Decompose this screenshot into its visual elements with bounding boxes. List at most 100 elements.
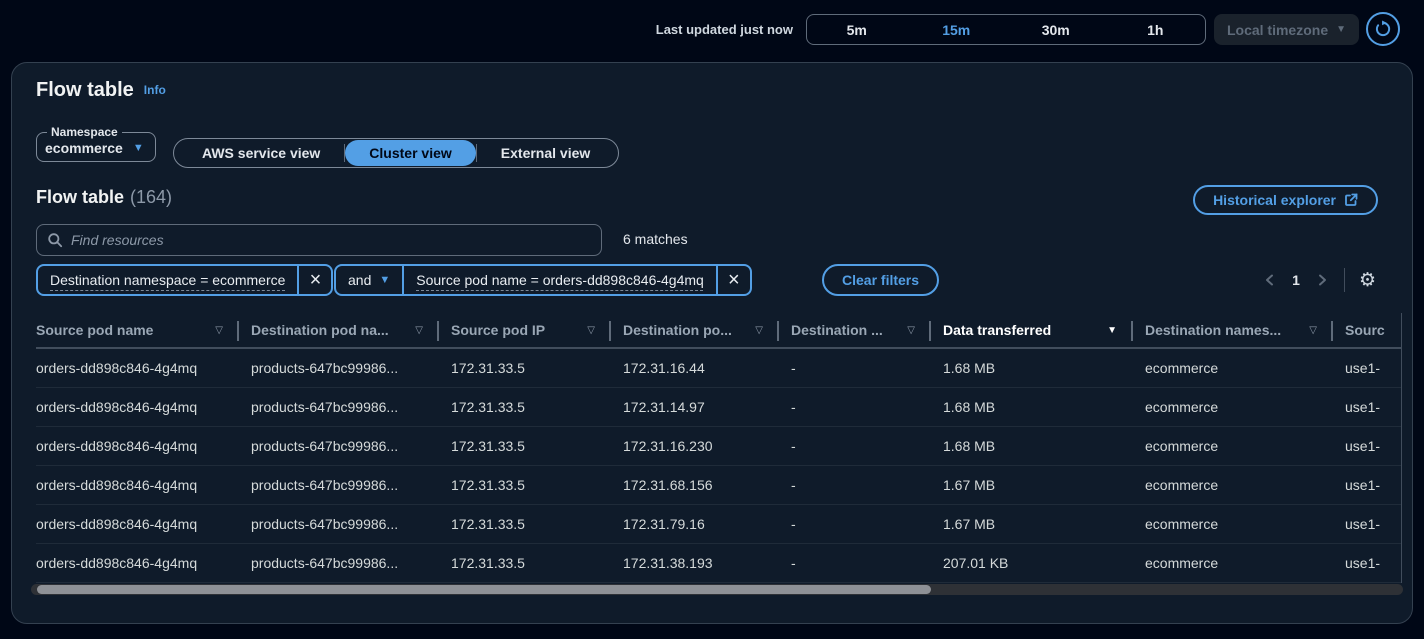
time-range-30m[interactable]: 30m — [1006, 15, 1106, 44]
table-cell: products-647bc99986... — [251, 544, 451, 582]
clear-filters-label: Clear filters — [842, 272, 919, 288]
table-cell: 207.01 KB — [943, 544, 1145, 582]
column-header-destination-namespace[interactable]: Destination names... ▽ — [1145, 313, 1345, 347]
table-cell: use1- — [1345, 544, 1402, 582]
sort-caret-icon[interactable]: ▽ — [907, 325, 915, 336]
table-cell: ecommerce — [1145, 466, 1345, 504]
page-title: Flow tableInfo — [36, 79, 166, 102]
namespace-select[interactable]: Namespace ecommerce ▼ — [36, 125, 156, 162]
previous-page-button[interactable] — [1262, 272, 1278, 288]
column-header-label: Data transferred — [943, 322, 1051, 338]
table-cell: orders-dd898c846-4g4mq — [36, 427, 251, 465]
historical-explorer-label: Historical explorer — [1213, 192, 1336, 208]
close-icon[interactable]: × — [718, 266, 750, 294]
table-row[interactable]: orders-dd898c846-4g4mqproducts-647bc9998… — [36, 349, 1401, 388]
info-link[interactable]: Info — [144, 83, 166, 97]
table-cell: 172.31.38.193 — [623, 544, 791, 582]
table-cell: orders-dd898c846-4g4mq — [36, 505, 251, 543]
search-input[interactable] — [71, 232, 591, 248]
filter-operator-value: and — [348, 272, 371, 288]
table-cell: - — [791, 349, 943, 387]
view-segmented-control: AWS service view Cluster view External v… — [173, 138, 619, 168]
timezone-label: Local timezone — [1227, 22, 1328, 38]
filter-token-label[interactable]: Source pod name = orders-dd898c846-4g4mq — [404, 272, 716, 288]
table-row[interactable]: orders-dd898c846-4g4mqproducts-647bc9998… — [36, 427, 1401, 466]
table-cell: 172.31.79.16 — [623, 505, 791, 543]
table-cell: 1.67 MB — [943, 466, 1145, 504]
time-range-1h[interactable]: 1h — [1106, 15, 1206, 44]
table-cell: - — [791, 544, 943, 582]
column-header-label: Source pod name — [36, 322, 153, 338]
namespace-value: ecommerce — [45, 140, 123, 156]
column-header-destination-pod-name[interactable]: Destination pod na... ▽ — [251, 313, 451, 347]
table-cell: 172.31.33.5 — [451, 466, 623, 504]
column-header-source-truncated[interactable]: Sourc — [1345, 313, 1402, 347]
column-header-label: Destination names... — [1145, 322, 1281, 338]
matches-count: 6 matches — [623, 231, 688, 247]
table-cell: use1- — [1345, 505, 1402, 543]
column-header-label: Destination po... — [623, 322, 732, 338]
filter-token-source-pod-name: and ▼ Source pod name = orders-dd898c846… — [334, 264, 752, 296]
timezone-dropdown[interactable]: Local timezone ▼ — [1214, 14, 1359, 45]
table-row[interactable]: orders-dd898c846-4g4mqproducts-647bc9998… — [36, 466, 1401, 505]
table-cell: - — [791, 388, 943, 426]
page-number[interactable]: 1 — [1292, 272, 1300, 288]
column-header-destination[interactable]: Destination ... ▽ — [791, 313, 943, 347]
close-icon[interactable]: × — [299, 266, 331, 294]
clear-filters-button[interactable]: Clear filters — [822, 264, 939, 296]
table-cell: orders-dd898c846-4g4mq — [36, 544, 251, 582]
horizontal-scrollbar-thumb[interactable] — [37, 585, 931, 594]
table-cell: 172.31.33.5 — [451, 388, 623, 426]
historical-explorer-button[interactable]: Historical explorer — [1193, 185, 1378, 215]
search-row: 6 matches — [36, 224, 1390, 256]
sort-caret-icon[interactable]: ▽ — [1309, 325, 1317, 336]
table-row[interactable]: orders-dd898c846-4g4mqproducts-647bc9998… — [36, 388, 1401, 427]
column-header-destination-pod-ip[interactable]: Destination po... ▽ — [623, 313, 791, 347]
table-cell: 172.31.16.44 — [623, 349, 791, 387]
refresh-button[interactable] — [1366, 12, 1400, 46]
tab-external-view[interactable]: External view — [477, 140, 615, 166]
table-cell: 172.31.33.5 — [451, 544, 623, 582]
table-cell: - — [791, 466, 943, 504]
column-header-source-pod-name[interactable]: Source pod name ▽ — [36, 313, 251, 347]
column-header-data-transferred[interactable]: Data transferred ▼ — [943, 313, 1145, 347]
table-cell: use1- — [1345, 427, 1402, 465]
horizontal-scrollbar-track[interactable] — [31, 584, 1403, 595]
top-bar: Last updated just now 5m 15m 30m 1h Loca… — [0, 0, 1424, 62]
table-cell: 172.31.33.5 — [451, 427, 623, 465]
filter-row: Destination namespace = ecommerce × and … — [36, 264, 1390, 296]
table-cell: products-647bc99986... — [251, 349, 451, 387]
sort-caret-icon[interactable]: ▽ — [415, 325, 423, 336]
flow-table-panel: Flow tableInfo Namespace ecommerce ▼ AWS… — [11, 62, 1413, 624]
column-header-label: Sourc — [1345, 322, 1385, 338]
tab-aws-service-view[interactable]: AWS service view — [178, 140, 344, 166]
sort-caret-icon[interactable]: ▽ — [215, 325, 223, 336]
table-cell: products-647bc99986... — [251, 466, 451, 504]
table-cell: ecommerce — [1145, 349, 1345, 387]
table-row[interactable]: orders-dd898c846-4g4mqproducts-647bc9998… — [36, 544, 1401, 583]
filter-token-label[interactable]: Destination namespace = ecommerce — [38, 272, 297, 288]
table-cell: - — [791, 427, 943, 465]
column-header-label: Destination ... — [791, 322, 883, 338]
table-body: orders-dd898c846-4g4mqproducts-647bc9998… — [36, 349, 1401, 583]
time-range-5m[interactable]: 5m — [807, 15, 907, 44]
sort-caret-icon[interactable]: ▽ — [755, 325, 763, 336]
table-cell: orders-dd898c846-4g4mq — [36, 388, 251, 426]
table-section-title-text: Flow table — [36, 187, 124, 207]
table-row[interactable]: orders-dd898c846-4g4mqproducts-647bc9998… — [36, 505, 1401, 544]
sort-caret-icon[interactable]: ▼ — [1107, 325, 1117, 336]
filter-operator-dropdown[interactable]: and ▼ — [336, 272, 402, 288]
next-page-button[interactable] — [1314, 272, 1330, 288]
refresh-icon — [1374, 20, 1392, 38]
column-header-source-pod-ip[interactable]: Source pod IP ▽ — [451, 313, 623, 347]
table-cell: products-647bc99986... — [251, 427, 451, 465]
gear-icon[interactable]: ⚙ — [1359, 271, 1376, 290]
sort-caret-icon[interactable]: ▽ — [587, 325, 595, 336]
chevron-down-icon: ▼ — [133, 142, 144, 154]
time-range-segmented-control: 5m 15m 30m 1h — [806, 14, 1206, 45]
table-cell: products-647bc99986... — [251, 505, 451, 543]
table-cell: use1- — [1345, 388, 1402, 426]
time-range-15m[interactable]: 15m — [907, 15, 1007, 44]
tab-cluster-view[interactable]: Cluster view — [345, 140, 475, 166]
table-cell: use1- — [1345, 349, 1402, 387]
